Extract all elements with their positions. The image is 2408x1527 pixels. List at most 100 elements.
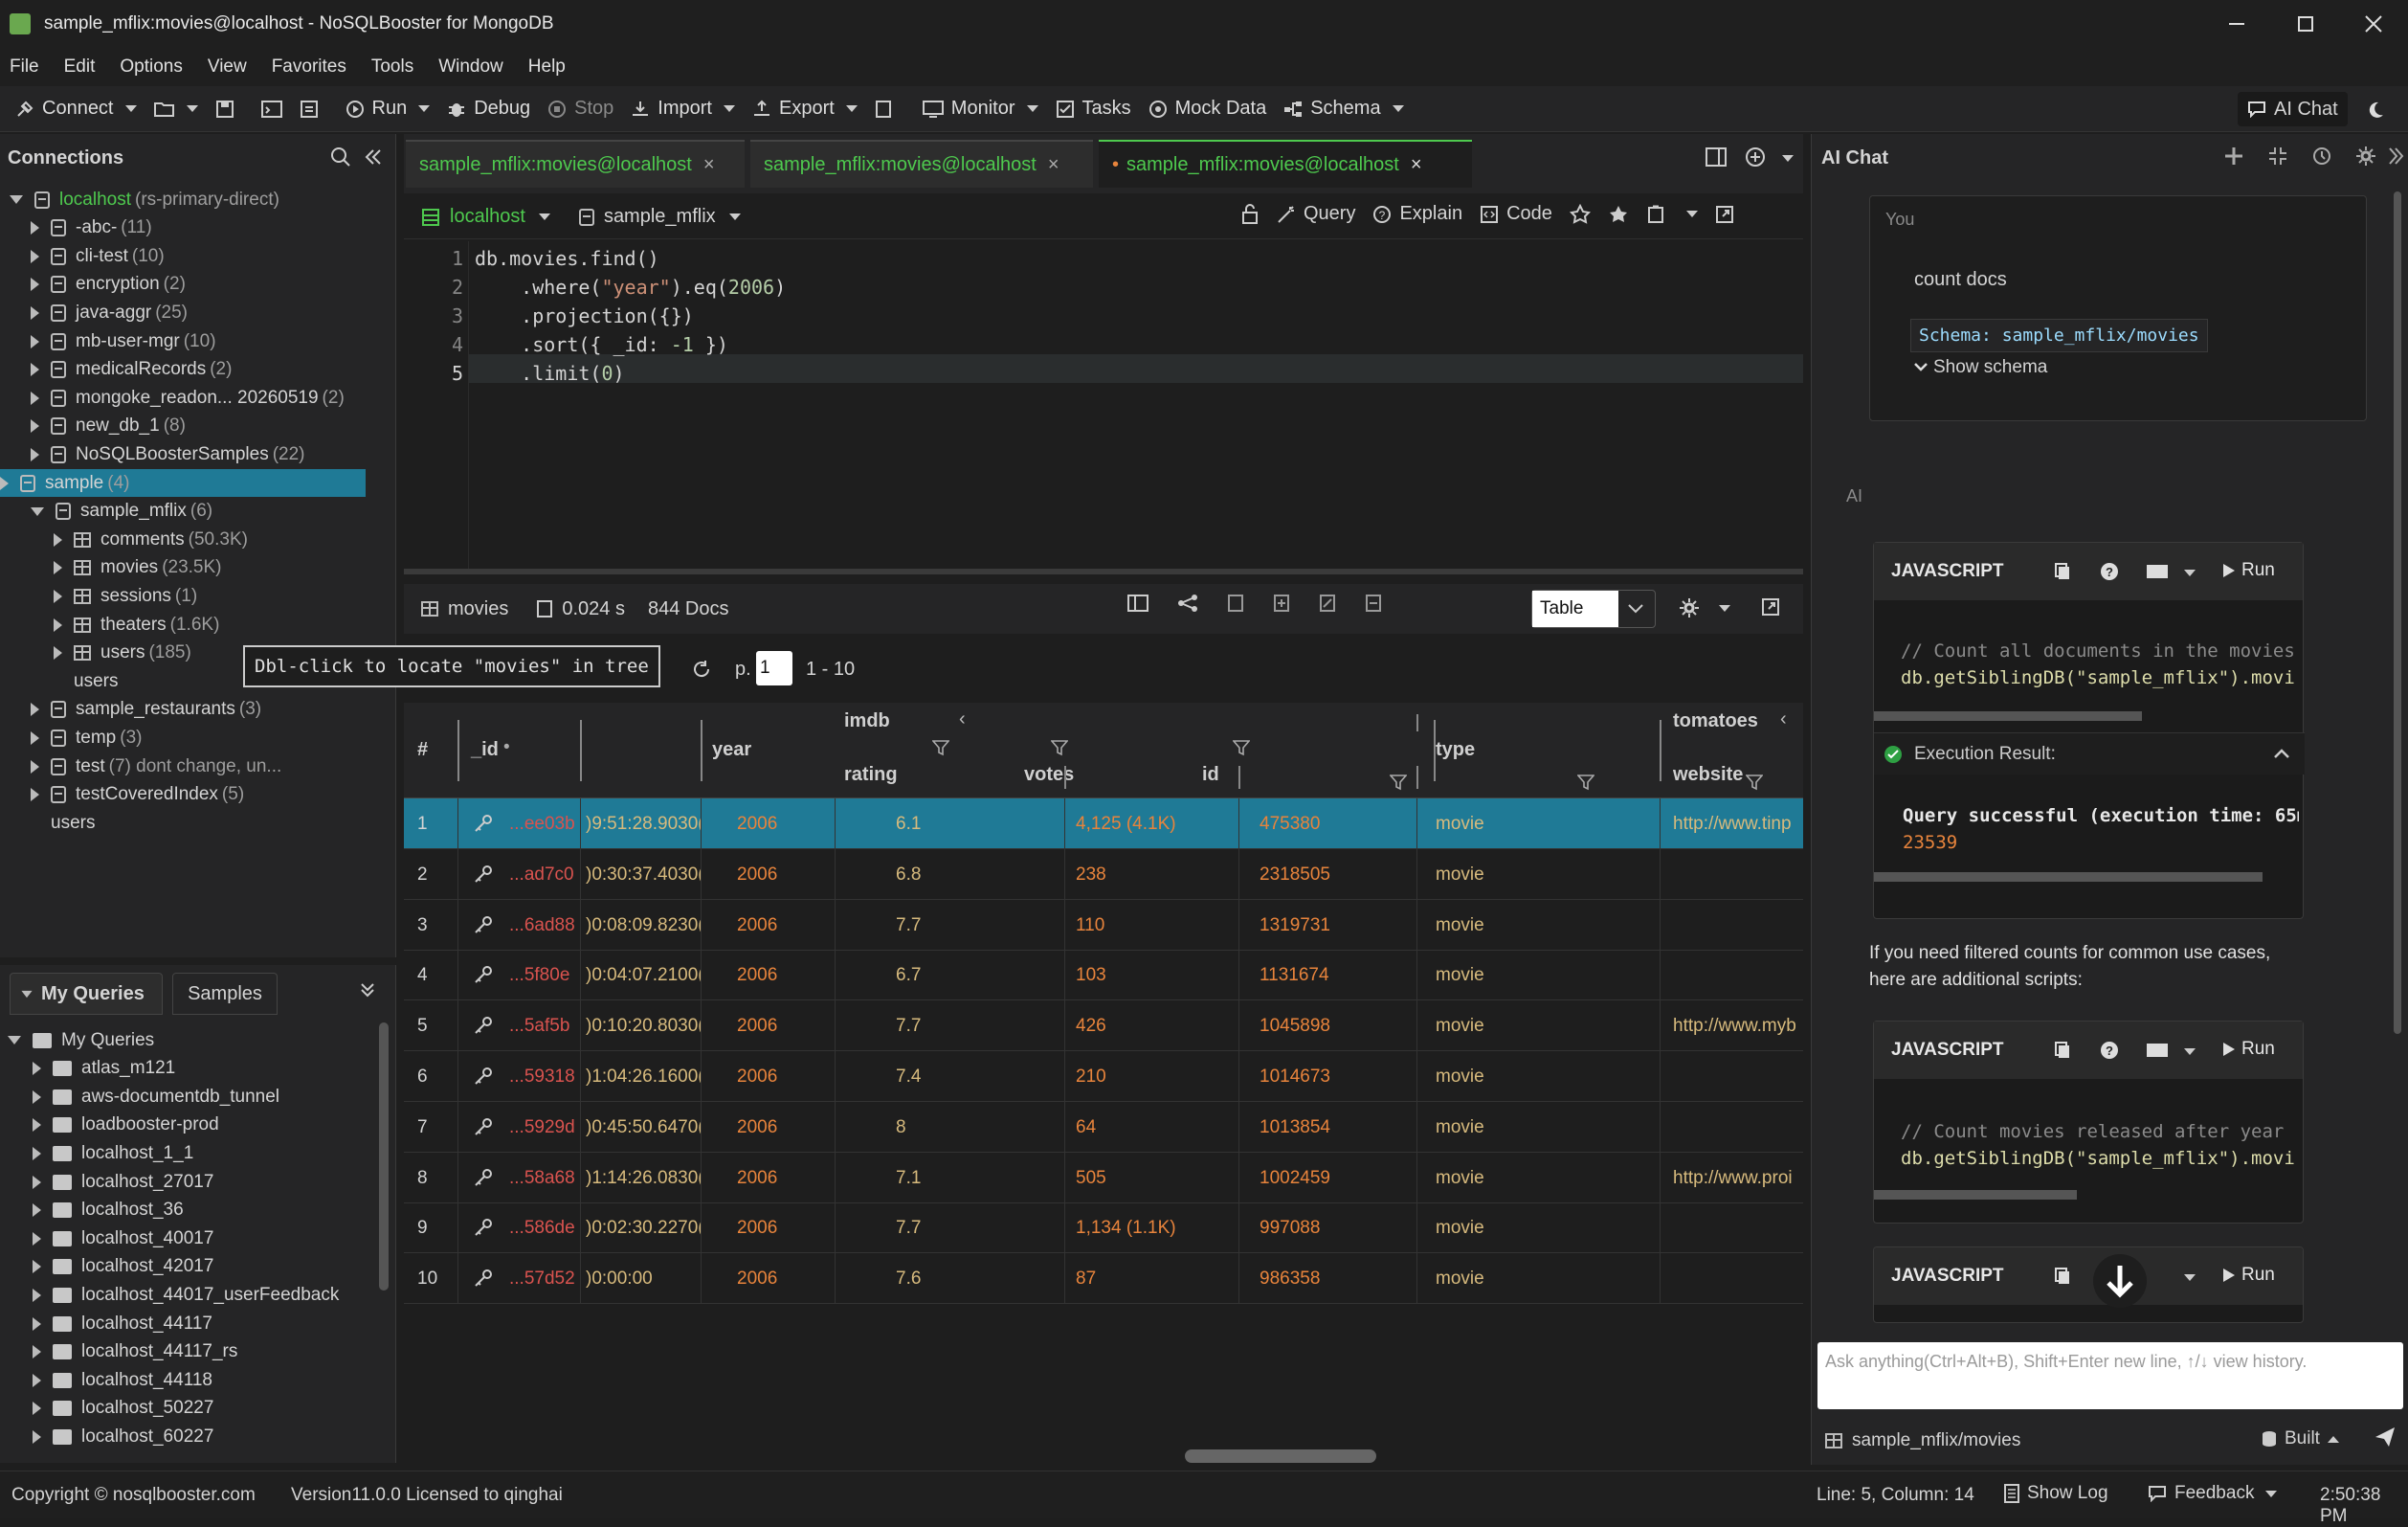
- header-id[interactable]: _id: [471, 739, 499, 761]
- send-icon[interactable]: [2375, 1426, 2396, 1448]
- tree-db-1[interactable]: cli-test (10): [31, 242, 396, 270]
- collapsed-icon[interactable]: [31, 363, 39, 377]
- query-builder-button[interactable]: Query: [1277, 203, 1355, 225]
- column-separator[interactable]: [701, 720, 702, 781]
- query-folder-11[interactable]: localhost_44118: [33, 1366, 212, 1394]
- key-icon[interactable]: [473, 965, 494, 984]
- edit-document-icon[interactable]: [1319, 594, 1336, 613]
- query-folder-6[interactable]: localhost_40017: [33, 1224, 213, 1252]
- filter-icon[interactable]: [1577, 774, 1594, 791]
- chevron-double-down-icon[interactable]: [358, 980, 377, 999]
- column-separator[interactable]: [457, 720, 459, 781]
- filter-icon[interactable]: [932, 739, 949, 756]
- tab-close-icon[interactable]: ×: [1411, 154, 1422, 176]
- tab-query-1[interactable]: sample_mflix:movies@localhost ×: [406, 140, 745, 188]
- menu-window[interactable]: Window: [438, 56, 503, 78]
- stop-button[interactable]: Stop: [547, 98, 613, 120]
- debug-button[interactable]: Debug: [447, 98, 530, 120]
- run-button[interactable]: Run: [346, 98, 431, 120]
- execution-result-header[interactable]: Execution Result:: [1874, 732, 2305, 775]
- query-folder-3[interactable]: localhost_1_1: [33, 1139, 193, 1167]
- lock-icon[interactable]: [1240, 203, 1260, 225]
- menu-options[interactable]: Options: [120, 56, 182, 78]
- expanded-icon[interactable]: [31, 506, 44, 516]
- tree-db-6[interactable]: mongoke_readon... 20260519 (2): [31, 384, 396, 412]
- filter-icon[interactable]: [1746, 774, 1763, 791]
- tabs-menu-icon[interactable]: [1782, 155, 1794, 162]
- collapsed-icon[interactable]: [31, 759, 39, 774]
- collapsed-icon[interactable]: [54, 589, 62, 603]
- collapsed-icon[interactable]: [33, 1402, 41, 1416]
- collapsed-icon[interactable]: [31, 221, 39, 236]
- tree-collection-0[interactable]: comments (50.3K): [54, 526, 396, 553]
- menu-file[interactable]: File: [10, 56, 39, 78]
- tree-db-4[interactable]: mb-user-mgr (10): [31, 327, 396, 355]
- collection-label[interactable]: movies: [448, 598, 508, 620]
- code-editor[interactable]: 1 2 3 4 5 db.movies.find() .where("year"…: [404, 241, 1803, 574]
- table-row[interactable]: 3 ...6ad88)0:08:09.8230(2006 7.7 110 1319731…: [404, 899, 1803, 951]
- tasks-button[interactable]: Tasks: [1056, 98, 1131, 120]
- add-document-icon[interactable]: [1273, 594, 1290, 613]
- key-icon[interactable]: [473, 1016, 494, 1035]
- collapsed-icon[interactable]: [33, 1429, 41, 1444]
- header-website[interactable]: website: [1673, 764, 1743, 786]
- tree-db-10[interactable]: sample_mflix (6): [31, 498, 396, 526]
- insert-code-icon[interactable]: [2146, 1043, 2169, 1058]
- schema-button[interactable]: Schema: [1283, 98, 1404, 120]
- tree-db-8[interactable]: NoSQLBoosterSamples (22): [31, 440, 396, 468]
- copy-icon[interactable]: [2054, 562, 2071, 581]
- collapsed-icon[interactable]: [31, 249, 39, 263]
- table-row[interactable]: 4 ...5f80e)0:04:07.2100(2006 6.7 103 1131674…: [404, 950, 1803, 1001]
- tree-collection-1[interactable]: movies (23.5K): [54, 554, 396, 582]
- column-separator[interactable]: [1660, 720, 1661, 781]
- header-type[interactable]: type: [1436, 739, 1475, 761]
- key-icon[interactable]: [473, 1067, 494, 1086]
- insert-menu-icon[interactable]: [2184, 1274, 2196, 1281]
- ai-chat-button[interactable]: AI Chat: [2238, 92, 2348, 126]
- column-separator[interactable]: [1238, 766, 1240, 789]
- host-selector[interactable]: localhost: [450, 206, 525, 228]
- collapsed-icon[interactable]: [33, 1146, 41, 1160]
- column-separator[interactable]: [1416, 766, 1418, 789]
- import-button[interactable]: Import: [631, 98, 735, 120]
- collapsed-icon[interactable]: [0, 476, 9, 490]
- tab-samples[interactable]: Samples: [172, 973, 278, 1015]
- view-document-icon[interactable]: [1227, 594, 1244, 613]
- menu-edit[interactable]: Edit: [64, 56, 96, 78]
- collapsed-icon[interactable]: [33, 1373, 41, 1387]
- collapsed-icon[interactable]: [33, 1062, 41, 1076]
- query-folder-9[interactable]: localhost_44117: [33, 1310, 212, 1337]
- menu-help[interactable]: Help: [528, 56, 566, 78]
- collapsed-icon[interactable]: [54, 532, 62, 547]
- maximize-results-icon[interactable]: [1761, 597, 1780, 617]
- result-scrollbar[interactable]: [1874, 872, 2263, 882]
- collapsed-icon[interactable]: [31, 419, 39, 434]
- run-code-button[interactable]: Run: [2222, 1265, 2275, 1286]
- filter-icon[interactable]: [1390, 774, 1407, 791]
- gear-icon[interactable]: [1679, 597, 1700, 618]
- query-folder-4[interactable]: localhost_27017: [33, 1168, 213, 1196]
- collapse-tomatoes-icon[interactable]: ‹: [1780, 708, 1787, 730]
- header-tomatoes[interactable]: tomatoes: [1673, 710, 1758, 732]
- ai-context-label[interactable]: sample_mflix/movies: [1852, 1430, 2020, 1451]
- header-imdb-id[interactable]: id: [1202, 764, 1219, 786]
- key-icon[interactable]: [473, 1117, 494, 1136]
- tree-db-2[interactable]: encryption (2): [31, 271, 396, 299]
- collapsed-icon[interactable]: [31, 334, 39, 348]
- collapsed-icon[interactable]: [31, 278, 39, 292]
- copy-icon[interactable]: [2054, 1041, 2071, 1060]
- tree-db-rest-2[interactable]: test (7) dont change, un...: [31, 752, 396, 780]
- query-folder-1[interactable]: aws-documentdb_tunnel: [33, 1083, 279, 1111]
- split-view-icon[interactable]: [1706, 147, 1727, 167]
- tree-db-rest-0[interactable]: sample_restaurants (3): [31, 696, 396, 724]
- schema-chip[interactable]: Schema: sample_mflix/movies: [1910, 319, 2208, 352]
- compress-icon[interactable]: [2267, 146, 2288, 167]
- collapsed-icon[interactable]: [31, 391, 39, 405]
- new-tab-icon[interactable]: [1744, 146, 1767, 168]
- header-rating[interactable]: rating: [844, 764, 898, 786]
- code-scrollbar[interactable]: [1874, 711, 2142, 721]
- history-icon[interactable]: [2311, 146, 2332, 167]
- refresh-icon[interactable]: [691, 659, 712, 680]
- help-icon[interactable]: ?: [2100, 1041, 2119, 1060]
- query-folder-0[interactable]: atlas_m121: [33, 1055, 175, 1083]
